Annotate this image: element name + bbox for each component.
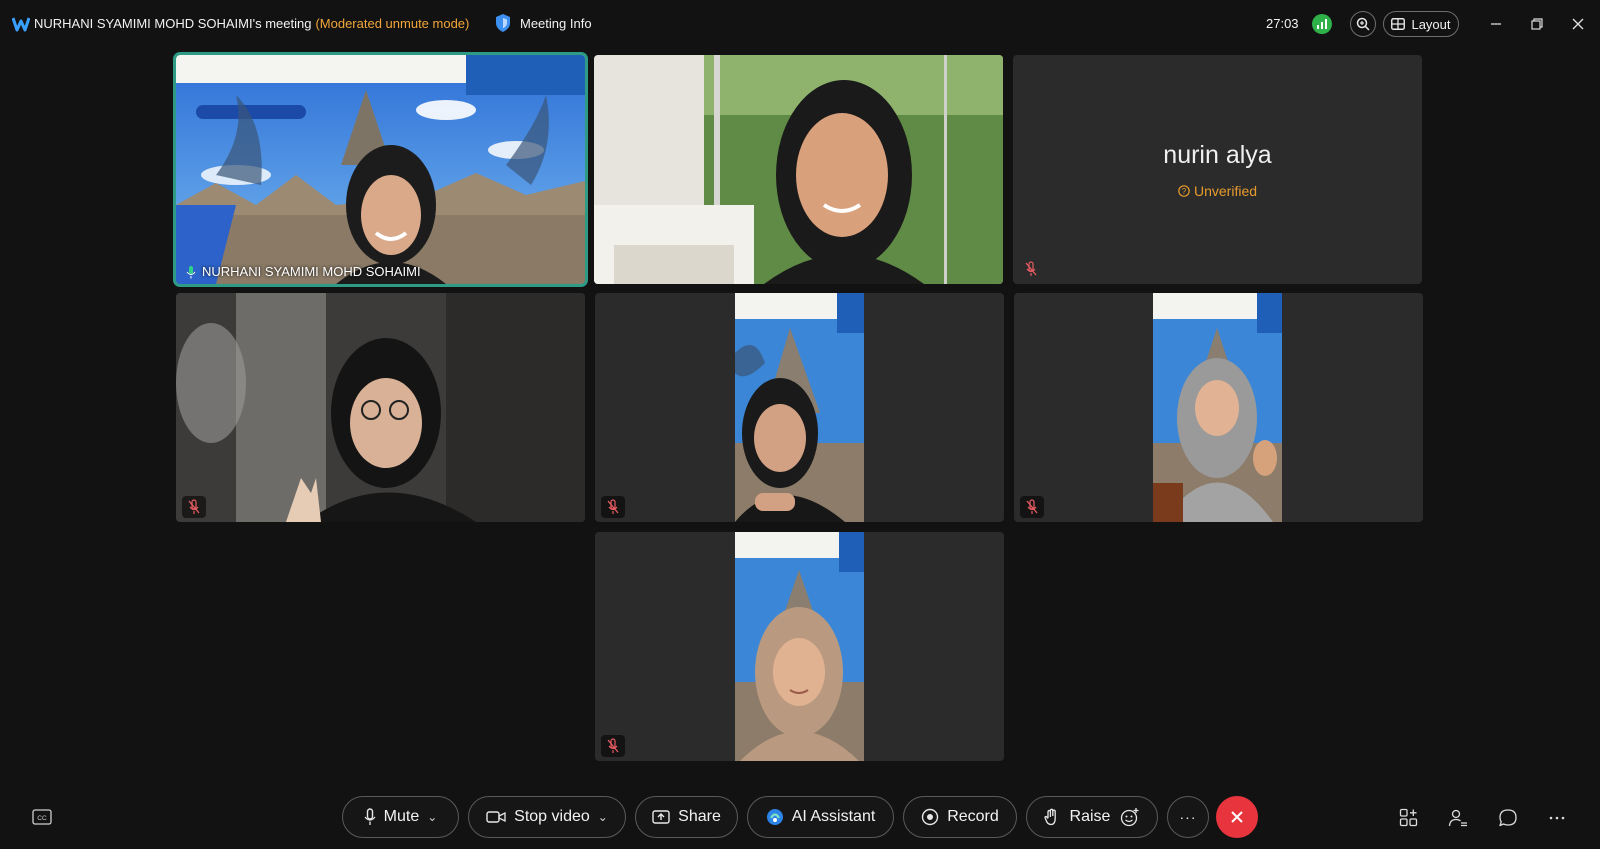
record-icon — [922, 808, 939, 826]
chevron-down-icon[interactable]: ⌄ — [598, 810, 608, 824]
participant-display-name: nurin alya — [1163, 141, 1272, 169]
participant-video — [735, 532, 864, 761]
video-tile-participant-2[interactable] — [594, 55, 1003, 284]
muted-indicator — [1019, 258, 1043, 280]
record-button[interactable]: Record — [903, 796, 1017, 838]
video-tile-participant-5[interactable] — [595, 293, 1004, 522]
ellipsis-icon — [1549, 816, 1565, 820]
record-label: Record — [947, 808, 999, 825]
apps-button[interactable] — [1398, 808, 1420, 828]
zoom-button[interactable] — [1350, 11, 1376, 37]
close-icon — [1231, 811, 1243, 823]
stop-video-button[interactable]: Stop video ⌄ — [468, 796, 626, 838]
ai-assistant-icon — [766, 809, 783, 825]
more-options-button[interactable]: ··· — [1167, 796, 1209, 838]
closed-captions-button[interactable]: CC — [31, 808, 53, 826]
unverified-label: Unverified — [1193, 183, 1258, 199]
muted-indicator — [601, 735, 625, 757]
meeting-info-label: Meeting Info — [520, 15, 592, 31]
reactions-icon[interactable] — [1120, 807, 1140, 827]
video-tile-host[interactable]: NURHANI SYAMIMI MOHD SOHAIMI — [173, 52, 588, 287]
more-menu-button[interactable] — [1546, 808, 1568, 828]
question-circle-icon: ? — [1178, 185, 1190, 197]
meeting-title-text: NURHANI SYAMIMI MOHD SOHAIMI's meeting — [34, 16, 312, 31]
stop-video-label: Stop video — [514, 808, 590, 825]
raise-hand-button[interactable]: Raise — [1026, 796, 1158, 838]
close-window-button[interactable] — [1568, 14, 1588, 34]
meeting-info-button[interactable]: Meeting Info — [494, 13, 592, 33]
chat-button[interactable] — [1497, 808, 1519, 828]
webex-logo-icon — [12, 17, 30, 32]
ai-assistant-label: AI Assistant — [791, 808, 876, 825]
participants-icon — [1448, 809, 1467, 827]
leave-meeting-button[interactable] — [1216, 796, 1258, 838]
video-tile-participant-4[interactable] — [176, 293, 585, 522]
microphone-muted-icon — [607, 738, 619, 753]
restore-button[interactable] — [1527, 14, 1547, 34]
chevron-down-icon[interactable]: ⌄ — [427, 810, 437, 824]
minimize-icon — [1491, 23, 1501, 25]
microphone-muted-icon — [607, 499, 619, 514]
participant-video — [1153, 293, 1282, 522]
mute-button[interactable]: Mute ⌄ — [342, 796, 459, 838]
share-label: Share — [678, 808, 721, 825]
magnifier-icon — [1356, 17, 1370, 31]
share-screen-icon — [652, 810, 670, 824]
video-camera-icon — [486, 811, 506, 823]
apps-icon — [1399, 808, 1418, 827]
participants-button[interactable] — [1447, 808, 1469, 828]
grid-layout-icon — [1391, 18, 1406, 30]
meeting-mode-label: (Moderated unmute mode) — [315, 16, 470, 31]
meeting-title: NURHANI SYAMIMI MOHD SOHAIMI's meeting (M… — [34, 16, 469, 31]
microphone-muted-icon — [1025, 261, 1037, 276]
host-name: NURHANI SYAMIMI MOHD SOHAIMI — [202, 264, 421, 279]
microphone-icon — [186, 265, 196, 278]
mute-label: Mute — [383, 808, 420, 825]
network-health-icon[interactable] — [1312, 14, 1332, 34]
video-tile-participant-6[interactable] — [1014, 293, 1423, 522]
raise-hand-icon — [1043, 808, 1056, 826]
video-tile-participant-7[interactable] — [595, 532, 1004, 761]
chat-icon — [1499, 809, 1517, 827]
layout-label: Layout — [1411, 16, 1451, 32]
ai-assistant-button[interactable]: AI Assistant — [747, 796, 894, 838]
svg-text:?: ? — [1182, 187, 1187, 196]
restore-icon — [1531, 18, 1543, 30]
raise-label: Raise — [1069, 808, 1111, 825]
video-tile-nurin-alya[interactable]: nurin alya ? Unverified — [1013, 55, 1422, 284]
muted-indicator — [601, 496, 625, 518]
layout-button[interactable]: Layout — [1383, 11, 1459, 37]
microphone-muted-icon — [188, 499, 200, 514]
close-icon — [1572, 18, 1584, 30]
microphone-muted-icon — [1026, 499, 1038, 514]
participant-name-label: NURHANI SYAMIMI MOHD SOHAIMI — [186, 264, 421, 279]
share-button[interactable]: Share — [635, 796, 738, 838]
microphone-icon — [364, 808, 376, 825]
meeting-timer: 27:03 — [1266, 16, 1299, 31]
participant-video — [176, 55, 585, 284]
muted-indicator — [182, 496, 206, 518]
participant-video — [594, 55, 1003, 284]
svg-text:CC: CC — [37, 815, 47, 822]
participant-video — [735, 293, 864, 522]
title-bar: NURHANI SYAMIMI MOHD SOHAIMI's meeting (M… — [0, 0, 1600, 48]
participant-video — [176, 293, 585, 522]
closed-captions-icon: CC — [32, 809, 52, 825]
muted-indicator — [1020, 496, 1044, 518]
unverified-badge: ? Unverified — [1013, 183, 1422, 199]
shield-icon — [496, 14, 510, 32]
minimize-button[interactable] — [1486, 14, 1506, 34]
more-label: ··· — [1179, 809, 1197, 825]
